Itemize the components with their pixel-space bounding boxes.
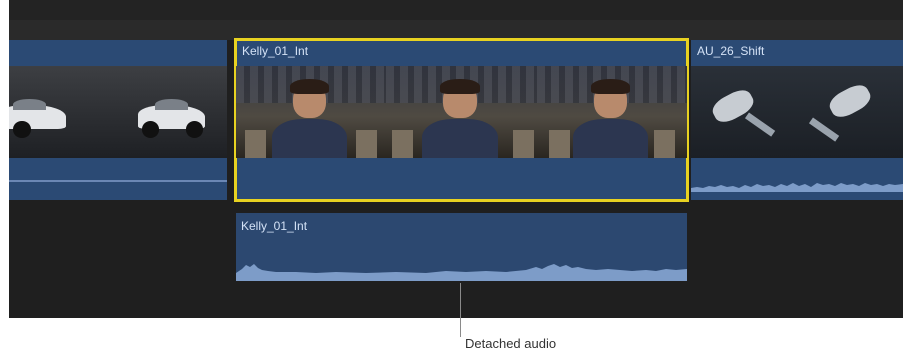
audio-clip-name: Kelly_01_Int: [241, 219, 308, 233]
clip-frame: [691, 66, 797, 158]
timeline[interactable]: Kelly_01_Int AU_26_Shift Kelly_01_Int: [9, 0, 903, 318]
timeline-band: [9, 20, 903, 40]
callout-line: [460, 283, 461, 337]
clip-frame: [386, 66, 537, 158]
audio-line: [9, 180, 227, 182]
detached-audio-clip[interactable]: Kelly_01_Int: [236, 213, 687, 281]
timeline-top-area: [9, 0, 903, 20]
video-clip-left[interactable]: [9, 40, 227, 200]
clip-frame: [536, 66, 687, 158]
clip-frame: [797, 66, 903, 158]
video-clip-kelly[interactable]: Kelly_01_Int: [234, 38, 689, 202]
clip-filmstrip: [691, 66, 903, 158]
clip-name: Kelly_01_Int: [242, 44, 309, 58]
audio-waveform: [236, 264, 687, 281]
detached-audio-label: Detached audio: [465, 336, 557, 351]
clip-filmstrip: [236, 66, 687, 158]
clip-frame: [9, 66, 118, 158]
audio-waveform: [691, 183, 903, 192]
clip-frame: [236, 66, 387, 158]
clip-name: AU_26_Shift: [697, 44, 765, 58]
video-clip-right[interactable]: AU_26_Shift: [691, 40, 903, 200]
clip-filmstrip: [9, 66, 227, 158]
clip-frame: [118, 66, 227, 158]
